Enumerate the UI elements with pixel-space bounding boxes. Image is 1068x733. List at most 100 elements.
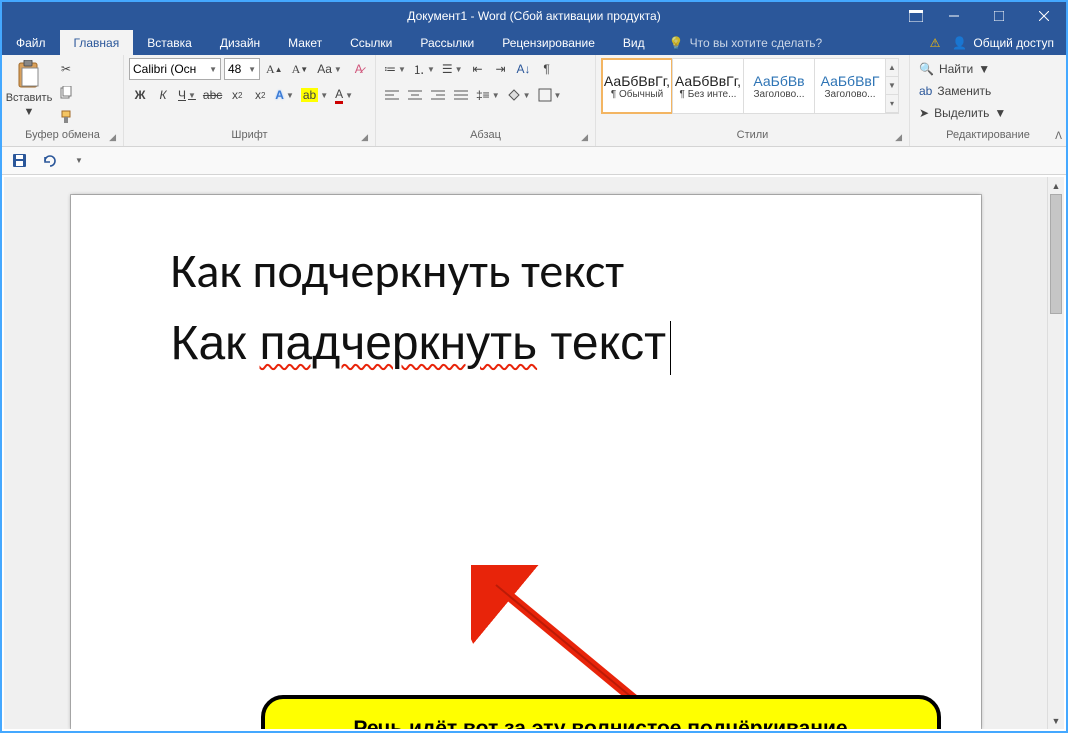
group-paragraph: ≔▼ ⒈▼ ☰▼ ⇤ ⇥ A↓ ¶ ‡≡▼ ▼ ▼ Абзац◢: [376, 55, 596, 146]
increase-indent-button[interactable]: ⇥: [490, 58, 512, 80]
bold-button[interactable]: Ж: [129, 84, 151, 106]
chevron-up-icon[interactable]: ▲: [886, 59, 898, 77]
style-normal[interactable]: АаБбВвГг, ¶ Обычный: [601, 58, 673, 114]
underline-button[interactable]: Ч▼: [175, 84, 199, 106]
tab-references[interactable]: Ссылки: [336, 30, 406, 55]
show-marks-button[interactable]: ¶: [536, 58, 558, 80]
close-button[interactable]: [1021, 2, 1066, 30]
tab-home[interactable]: Главная: [60, 30, 134, 55]
find-button[interactable]: 🔍Найти▼: [915, 58, 994, 80]
shading-button[interactable]: ▼: [504, 84, 534, 106]
grow-font-button[interactable]: A▲: [263, 58, 286, 80]
style-heading2[interactable]: АаБбВвГ Заголово...: [814, 58, 886, 114]
scroll-thumb[interactable]: [1050, 194, 1062, 314]
highlight-button[interactable]: ab▼: [298, 84, 331, 106]
paste-button[interactable]: Вставить ▼: [7, 58, 51, 120]
group-styles: АаБбВвГг, ¶ Обычный АаБбВвГг, ¶ Без инте…: [596, 55, 910, 146]
multilevel-button[interactable]: ☰▼: [439, 58, 466, 80]
bullets-icon: ≔: [384, 62, 396, 76]
change-case-button[interactable]: Aa▼: [314, 58, 345, 80]
clear-formatting-button[interactable]: A̷: [348, 58, 370, 80]
annotation-callout: Речь идёт вот за эту волнистое подчёркив…: [261, 695, 941, 729]
cut-button[interactable]: ✂: [55, 58, 77, 80]
font-color-button[interactable]: A▼: [332, 84, 356, 106]
text-line-1[interactable]: Как подчеркнуть текст: [171, 240, 881, 302]
chevron-down-icon: ▼: [24, 106, 35, 118]
qat-customize[interactable]: ▼: [68, 150, 90, 172]
tab-layout[interactable]: Макет: [274, 30, 336, 55]
bullets-button[interactable]: ≔▼: [381, 58, 409, 80]
align-right-button[interactable]: [427, 84, 449, 106]
save-button[interactable]: [8, 150, 30, 172]
indent-icon: ⇥: [496, 62, 506, 76]
copy-button[interactable]: [55, 82, 77, 104]
person-icon: 👤: [952, 36, 967, 50]
share-label: Общий доступ: [973, 36, 1054, 50]
align-left-button[interactable]: [381, 84, 403, 106]
justify-button[interactable]: [450, 84, 472, 106]
copy-icon: [59, 86, 73, 100]
group-label-styles: Стили: [737, 129, 769, 141]
minimize-button[interactable]: [931, 2, 976, 30]
dialog-launcher-icon[interactable]: ◢: [895, 132, 902, 143]
borders-button[interactable]: ▼: [535, 84, 565, 106]
paste-icon: [15, 60, 43, 90]
text-effects-button[interactable]: A▼: [272, 84, 297, 106]
repeat-button[interactable]: [38, 150, 60, 172]
decrease-indent-button[interactable]: ⇤: [467, 58, 489, 80]
maximize-button[interactable]: [976, 2, 1021, 30]
group-label-font: Шрифт: [231, 129, 267, 141]
tab-file[interactable]: Файл: [2, 30, 60, 55]
dialog-launcher-icon[interactable]: ◢: [581, 132, 588, 143]
styles-scroll[interactable]: ▲ ▼ ▾: [885, 58, 899, 114]
multilevel-icon: ☰: [442, 62, 453, 76]
annotation-text: Речь идёт вот за эту волнистое подчёркив…: [353, 717, 847, 729]
tab-view[interactable]: Вид: [609, 30, 659, 55]
style-no-spacing[interactable]: АаБбВвГг, ¶ Без инте...: [672, 58, 744, 114]
numbering-button[interactable]: ⒈▼: [410, 58, 438, 80]
subscript-button[interactable]: x2: [226, 84, 248, 106]
borders-icon: [538, 88, 552, 102]
dialog-launcher-icon[interactable]: ◢: [109, 132, 116, 143]
vertical-scrollbar[interactable]: ▲ ▼: [1047, 177, 1064, 729]
styles-gallery[interactable]: АаБбВвГг, ¶ Обычный АаБбВвГг, ¶ Без инте…: [601, 58, 899, 114]
tab-review[interactable]: Рецензирование: [488, 30, 609, 55]
font-size-select[interactable]: 48▼: [224, 58, 260, 80]
ribbon-display-options[interactable]: [901, 2, 931, 30]
align-right-icon: [431, 89, 445, 101]
align-center-button[interactable]: [404, 84, 426, 106]
save-icon: [12, 153, 27, 168]
document-scroll[interactable]: Как подчеркнуть текст Как падчеркнуть те…: [4, 177, 1047, 729]
group-label-editing: Редактирование: [946, 129, 1030, 141]
scroll-down[interactable]: ▼: [1048, 712, 1064, 729]
format-painter-button[interactable]: [55, 106, 77, 128]
shrink-font-button[interactable]: A▼: [289, 58, 312, 80]
collapse-ribbon-button[interactable]: ᐱ: [1055, 131, 1062, 142]
text-line-2[interactable]: Как падчеркнуть текст: [171, 312, 881, 375]
select-button[interactable]: ➤Выделить▼: [915, 102, 1010, 124]
page[interactable]: Как подчеркнуть текст Как падчеркнуть те…: [71, 195, 981, 729]
replace-button[interactable]: abЗаменить: [915, 80, 995, 102]
share-button[interactable]: ⚠ 👤 Общий доступ: [918, 30, 1066, 55]
tab-insert[interactable]: Вставка: [133, 30, 206, 55]
chevron-down-icon[interactable]: ▼: [886, 77, 898, 95]
strikethrough-button[interactable]: abc: [200, 84, 225, 106]
align-left-icon: [385, 89, 399, 101]
tell-me-input[interactable]: [690, 36, 850, 50]
spelling-error[interactable]: падчеркнуть: [260, 317, 538, 370]
tab-mailings[interactable]: Рассылки: [406, 30, 488, 55]
titlebar: Документ1 - Word (Сбой активации продукт…: [2, 2, 1066, 30]
superscript-button[interactable]: x2: [249, 84, 271, 106]
tell-me[interactable]: 💡: [669, 30, 850, 55]
tab-design[interactable]: Дизайн: [206, 30, 274, 55]
scroll-up[interactable]: ▲: [1048, 177, 1064, 194]
font-name-select[interactable]: Calibri (Осн▼: [129, 58, 221, 80]
line-spacing-button[interactable]: ‡≡▼: [473, 84, 503, 106]
style-heading1[interactable]: АаБбВв Заголово...: [743, 58, 815, 114]
dialog-launcher-icon[interactable]: ◢: [361, 132, 368, 143]
chevron-down-icon: ▼: [75, 156, 83, 165]
lightbulb-icon: 💡: [669, 36, 684, 50]
italic-button[interactable]: К: [152, 84, 174, 106]
expand-gallery-icon[interactable]: ▾: [886, 95, 898, 113]
sort-button[interactable]: A↓: [513, 58, 535, 80]
